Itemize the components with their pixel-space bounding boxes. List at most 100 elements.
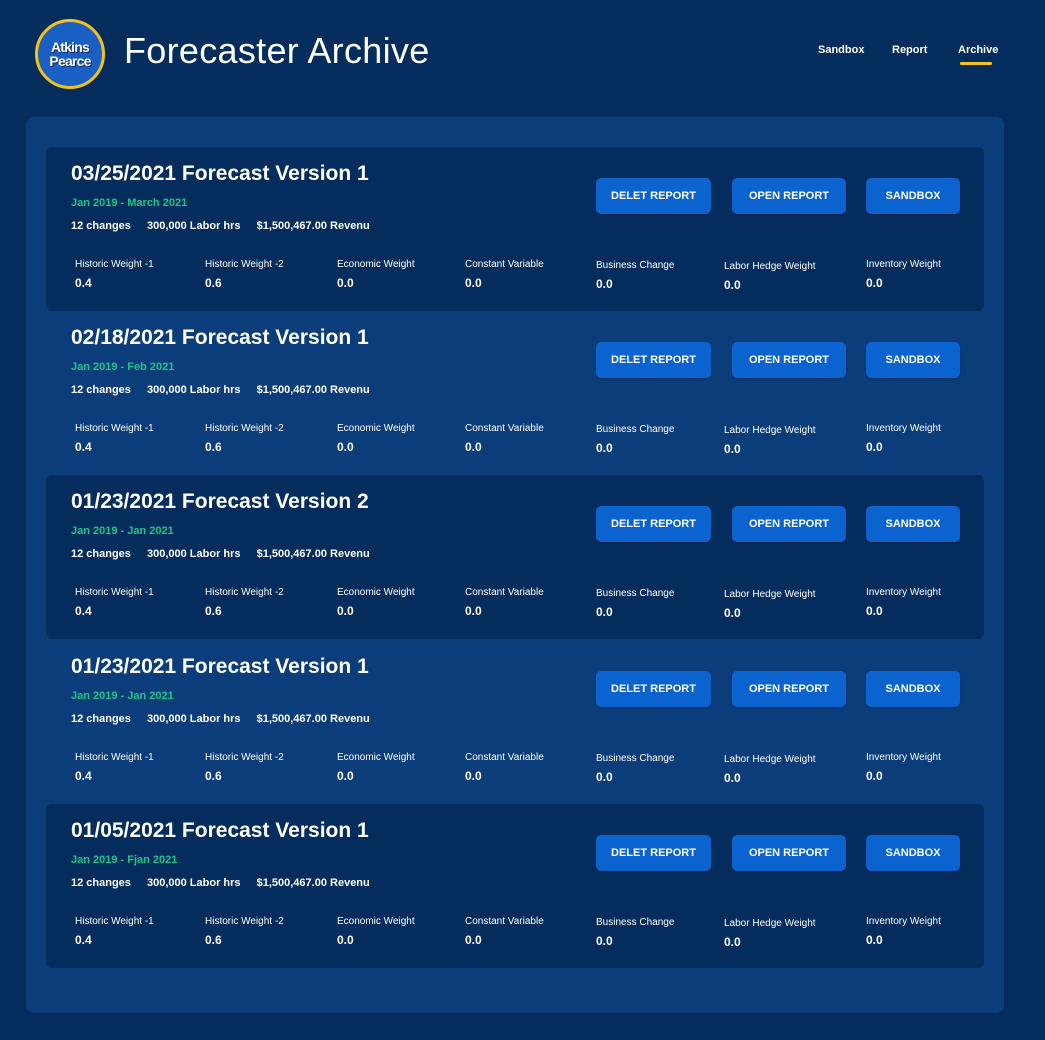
delete-report-button[interactable]: DELET REPORT <box>596 178 711 214</box>
metric-label: Historic Weight -1 <box>75 752 154 763</box>
labor-hours: 300,000 Labor hrs <box>146 713 241 725</box>
metric-value: 0.0 <box>866 604 883 618</box>
metric-economic-weight: Economic Weight 0.0 <box>337 259 415 290</box>
metric-inventory-weight: Inventory Weight 0.0 <box>866 423 941 454</box>
changes-count: 12 changes <box>71 384 131 396</box>
metric-inventory-weight: Inventory Weight 0.0 <box>866 752 941 783</box>
metric-value: 0.0 <box>866 769 883 783</box>
metric-label: Labor Hedge Weight <box>724 425 816 436</box>
forecast-title: 01/23/2021 Forecast Version 1 <box>71 655 369 678</box>
metric-value: 0.6 <box>205 933 222 947</box>
delete-report-button[interactable]: DELET REPORT <box>596 342 711 378</box>
metric-label: Economic Weight <box>337 423 415 434</box>
metric-value: 0.0 <box>337 769 354 783</box>
active-nav-indicator <box>960 62 992 65</box>
nav-sandbox[interactable]: Sandbox <box>818 44 864 56</box>
metric-value: 0.4 <box>75 440 92 454</box>
metric-value: 0.0 <box>465 604 482 618</box>
metric-label: Historic Weight -2 <box>205 916 284 927</box>
sandbox-button[interactable]: SANDBOX <box>866 671 960 707</box>
metric-label: Labor Hedge Weight <box>724 261 816 272</box>
metric-historic-weight-2: Historic Weight -2 0.6 <box>205 916 284 947</box>
metric-value: 0.0 <box>866 440 883 454</box>
metric-labor-hedge-weight: Labor Hedge Weight 0.0 <box>724 754 816 785</box>
metric-economic-weight: Economic Weight 0.0 <box>337 423 415 454</box>
delete-report-button[interactable]: DELET REPORT <box>596 835 711 871</box>
metric-constant-variable: Constant Variable 0.0 <box>465 752 544 783</box>
labor-hours: 300,000 Labor hrs <box>146 877 241 889</box>
metric-value: 0.0 <box>337 276 354 290</box>
metric-value: 0.0 <box>596 277 613 291</box>
delete-report-button[interactable]: DELET REPORT <box>596 671 711 707</box>
metric-label: Historic Weight -2 <box>205 259 284 270</box>
metric-label: Economic Weight <box>337 916 415 927</box>
atkins-pearce-logo[interactable]: Atkins Pearce <box>35 19 105 89</box>
open-report-button[interactable]: OPEN REPORT <box>732 506 846 542</box>
nav-archive[interactable]: Archive <box>958 44 998 56</box>
metric-value: 0.0 <box>337 440 354 454</box>
metric-value: 0.0 <box>465 276 482 290</box>
metric-value: 0.0 <box>337 933 354 947</box>
forecast-summary: 12 changes 300,000 Labor hrs $1,500,467.… <box>71 548 383 560</box>
revenue-amount: $1,500,467.00 Revenu <box>256 713 370 725</box>
metric-label: Economic Weight <box>337 259 415 270</box>
open-report-button[interactable]: OPEN REPORT <box>732 342 846 378</box>
metric-historic-weight-1: Historic Weight -1 0.4 <box>75 752 154 783</box>
metric-business-change: Business Change 0.0 <box>596 753 674 784</box>
metric-business-change: Business Change 0.0 <box>596 260 674 291</box>
metric-label: Historic Weight -2 <box>205 587 284 598</box>
changes-count: 12 changes <box>71 713 131 725</box>
forecast-summary: 12 changes 300,000 Labor hrs $1,500,467.… <box>71 877 383 889</box>
metric-historic-weight-2: Historic Weight -2 0.6 <box>205 752 284 783</box>
metric-labor-hedge-weight: Labor Hedge Weight 0.0 <box>724 425 816 456</box>
metric-label: Inventory Weight <box>866 752 941 763</box>
changes-count: 12 changes <box>71 877 131 889</box>
forecast-date-range: Jan 2019 - March 2021 <box>71 197 188 209</box>
forecast-summary: 12 changes 300,000 Labor hrs $1,500,467.… <box>71 220 383 232</box>
metric-value: 0.0 <box>724 935 741 949</box>
forecast-date-range: Jan 2019 - Feb 2021 <box>71 361 175 373</box>
metric-value: 0.0 <box>465 769 482 783</box>
metric-value: 0.0 <box>596 770 613 784</box>
sandbox-button[interactable]: SANDBOX <box>866 342 960 378</box>
delete-report-button[interactable]: DELET REPORT <box>596 506 711 542</box>
metric-label: Historic Weight -1 <box>75 587 154 598</box>
sandbox-button[interactable]: SANDBOX <box>866 506 960 542</box>
metric-label: Business Change <box>596 588 675 599</box>
metric-label: Inventory Weight <box>866 916 941 927</box>
metric-constant-variable: Constant Variable 0.0 <box>465 587 544 618</box>
forecast-title: 01/23/2021 Forecast Version 2 <box>71 490 369 513</box>
metric-label: Business Change <box>596 260 675 271</box>
metric-value: 0.4 <box>75 604 92 618</box>
metric-value: 0.0 <box>866 933 883 947</box>
sandbox-button[interactable]: SANDBOX <box>866 178 960 214</box>
page-title: Forecaster Archive <box>124 30 430 71</box>
metric-label: Historic Weight -2 <box>205 423 284 434</box>
metric-value: 0.0 <box>724 771 741 785</box>
forecast-title: 03/25/2021 Forecast Version 1 <box>71 162 369 185</box>
metric-value: 0.6 <box>205 604 222 618</box>
metric-label: Labor Hedge Weight <box>724 754 816 765</box>
metric-economic-weight: Economic Weight 0.0 <box>337 916 415 947</box>
metric-label: Constant Variable <box>465 916 544 927</box>
metric-label: Business Change <box>596 917 675 928</box>
open-report-button[interactable]: OPEN REPORT <box>732 671 846 707</box>
metric-label: Labor Hedge Weight <box>724 589 816 600</box>
sandbox-button[interactable]: SANDBOX <box>866 835 960 871</box>
metric-historic-weight-1: Historic Weight -1 0.4 <box>75 423 154 454</box>
metric-constant-variable: Constant Variable 0.0 <box>465 423 544 454</box>
forecast-card-2: 02/18/2021 Forecast Version 1 Jan 2019 -… <box>46 311 984 475</box>
metric-business-change: Business Change 0.0 <box>596 917 674 948</box>
metric-label: Historic Weight -1 <box>75 259 154 270</box>
forecast-summary: 12 changes 300,000 Labor hrs $1,500,467.… <box>71 384 383 396</box>
metric-value: 0.4 <box>75 276 92 290</box>
open-report-button[interactable]: OPEN REPORT <box>732 178 846 214</box>
metric-label: Economic Weight <box>337 752 415 763</box>
open-report-button[interactable]: OPEN REPORT <box>732 835 846 871</box>
metric-economic-weight: Economic Weight 0.0 <box>337 587 415 618</box>
nav-report[interactable]: Report <box>892 44 927 56</box>
metric-business-change: Business Change 0.0 <box>596 424 674 455</box>
metric-value: 0.0 <box>724 606 741 620</box>
metric-value: 0.0 <box>337 604 354 618</box>
metric-label: Business Change <box>596 424 675 435</box>
